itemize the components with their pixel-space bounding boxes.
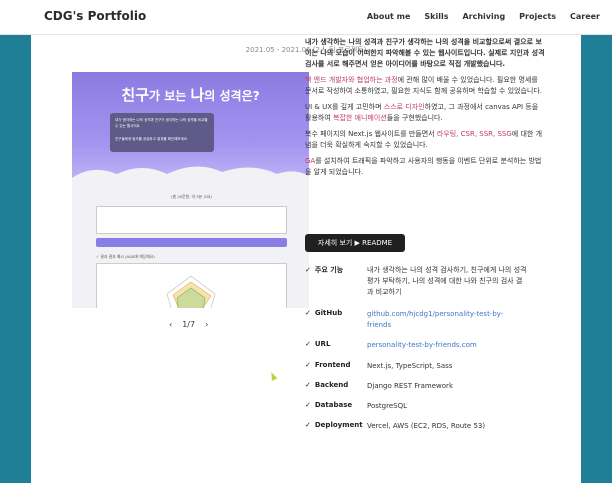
nav-item-archiving[interactable]: Archiving: [462, 12, 505, 21]
info-key: GitHub: [314, 309, 343, 317]
desc-paragraph-5: GA를 설치하여 트래픽을 파악하고 사용자의 행동을 이벤트 단위로 분석하는…: [305, 157, 542, 176]
check-icon: ✓: [305, 266, 311, 274]
project-preview-image[interactable]: 친구가 보는 나의 성격은? 내가 생각하는 나의 성격과 친구가 생각하는 나…: [72, 72, 309, 308]
check-icon: ✓: [305, 421, 311, 429]
info-key: Backend: [314, 381, 349, 389]
preview-start-button: [96, 238, 287, 247]
info-row-backend: ✓ Backend Django REST Framework: [305, 381, 527, 392]
background-right: [581, 35, 612, 483]
info-key: Database: [314, 401, 353, 409]
github-link[interactable]: github.com/hjcdg1/personality-test-by-fr…: [367, 309, 527, 331]
preview-speech-bubble-2: 친구들에게 링크를 공유하고 결과를 확인해보세요: [110, 134, 214, 152]
info-value: Next.js, TypeScript, Sass: [367, 362, 453, 370]
info-key: URL: [314, 340, 331, 348]
info-row-database: ✓ Database PostgreSQL: [305, 401, 527, 412]
nav-item-projects[interactable]: Projects: [519, 12, 556, 21]
nav-item-career[interactable]: Career: [570, 12, 600, 21]
preview-caption: (총 20문항, 약 3분 소요): [171, 194, 212, 199]
background-left: [0, 35, 31, 483]
nav-item-skills[interactable]: Skills: [424, 12, 448, 21]
project-description: 내가 생각하는 나의 성격과 친구가 생각하는 나의 성격을 비교할으로써 결으…: [305, 37, 545, 183]
check-icon: ✓: [305, 340, 311, 348]
info-value: PostgreSQL: [367, 402, 407, 410]
info-key: Deployment: [314, 421, 363, 429]
pager-label: 1/7: [182, 320, 196, 329]
brand-logo[interactable]: CDG's Portfolio: [44, 9, 146, 23]
info-value: Vercel, AWS (EC2, RDS, Route 53): [367, 422, 486, 430]
info-value: Django REST Framework: [367, 382, 453, 390]
preview-radar-chart: [96, 263, 287, 308]
info-row-deployment: ✓ Deployment Vercel, AWS (EC2, RDS, Route…: [305, 421, 527, 432]
chevron-right-icon[interactable]: ›: [205, 320, 208, 329]
preview-section-title: ✓ 결과 결과 예시 (A&B에 해당해요): [96, 254, 155, 259]
preview-header: 친구가 보는 나의 성격은? 내가 생각하는 나의 성격과 친구가 생각하는 나…: [72, 72, 309, 192]
navbar: CDG's Portfolio About me Skills Archivin…: [0, 0, 612, 35]
info-row-features: ✓ 주요 기능 내가 생각하는 나의 성격 검사하기, 친구에게 나의 성격 평가…: [305, 265, 527, 298]
info-value: 내가 생각하는 나의 성격 검사하기, 친구에게 나의 성격 평가 부탁하기, …: [367, 266, 527, 296]
info-key: Frontend: [314, 361, 351, 369]
desc-paragraph-3: UI & UX를 깊게 고민하며 스스로 디자인하였고, 그 과정에서 canv…: [305, 103, 539, 122]
site-url-link[interactable]: personality-test-by-friends.com: [367, 340, 527, 351]
info-row-github: ✓ GitHub github.com/hjcdg1/personality-te…: [305, 309, 527, 331]
check-icon: ✓: [305, 401, 311, 409]
info-row-url: ✓ URL personality-test-by-friends.com: [305, 340, 527, 351]
chevron-left-icon[interactable]: ‹: [169, 320, 172, 329]
info-row-frontend: ✓ Frontend Next.js, TypeScript, Sass: [305, 361, 527, 372]
radar-graphic: [166, 275, 216, 308]
check-icon: ✓: [305, 361, 311, 369]
preview-cloud-shape: [72, 166, 309, 192]
desc-paragraph-2: 백 엔드 개발자와 협업하는 과정에 관해 많이 배울 수 있었습니다. 필요한…: [305, 76, 542, 95]
preview-input-box: [96, 206, 287, 234]
check-icon: ✓: [305, 381, 311, 389]
desc-paragraph-1: 내가 생각하는 나의 성격과 친구가 생각하는 나의 성격을 비교할으로써 결으…: [305, 38, 545, 68]
nav-menu: About me Skills Archiving Projects Caree…: [367, 12, 600, 21]
info-key: 주요 기능: [314, 266, 344, 274]
preview-title: 친구가 보는 나의 성격은?: [121, 86, 260, 104]
carousel-pager: ‹ 1/7 ›: [169, 320, 208, 329]
preview-body: (총 20문항, 약 3분 소요) ✓ 결과 결과 예시 (A&B에 해당해요): [96, 192, 287, 308]
nav-item-about-me[interactable]: About me: [367, 12, 410, 21]
readme-button[interactable]: 자세히 보기 ▶ README: [305, 234, 405, 252]
desc-paragraph-4: 복수 페이지의 Next.js 웹사이트를 만들면서 라우팅, CSR, SSR…: [305, 130, 543, 149]
check-icon: ✓: [305, 309, 311, 317]
